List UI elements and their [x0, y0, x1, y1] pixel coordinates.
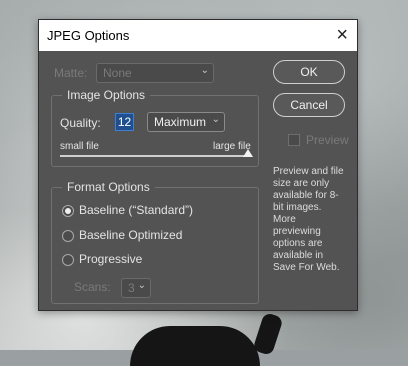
quality-label: Quality:: [60, 116, 101, 130]
format-options-title: Format Options: [62, 180, 155, 194]
format-option-label: Baseline Optimized: [79, 228, 183, 242]
image-options-title: Image Options: [62, 88, 151, 102]
title-bar: JPEG Options ×: [39, 20, 357, 51]
chevron-down-icon: ⌄: [211, 114, 220, 125]
quality-slider-handle[interactable]: [243, 149, 253, 157]
quality-preset-select[interactable]: Maximum ⌄: [147, 112, 225, 132]
preview-help-text: Preview and file size are only available…: [273, 166, 344, 273]
format-option-label: Baseline (“Standard”): [79, 203, 194, 217]
matte-value: None: [103, 66, 132, 80]
ok-button[interactable]: OK: [273, 60, 345, 84]
format-option-label: Progressive: [79, 252, 143, 266]
quality-slider-fill: [60, 155, 248, 157]
scans-select[interactable]: 3 ⌄: [121, 278, 151, 298]
cancel-button[interactable]: Cancel: [273, 93, 345, 117]
jpeg-options-dialog: JPEG Options × Matte: None ⌄ Image Optio…: [38, 19, 358, 311]
radio-progressive[interactable]: [62, 254, 74, 266]
scans-value: 3: [128, 281, 135, 295]
preview-checkbox[interactable]: [288, 134, 300, 146]
matte-label: Matte:: [54, 66, 88, 80]
quality-preset-value: Maximum: [154, 115, 207, 129]
close-icon[interactable]: ×: [336, 23, 348, 47]
dialog-title: JPEG Options: [47, 28, 130, 43]
scans-label: Scans:: [74, 280, 111, 294]
quality-input[interactable]: 12: [115, 113, 134, 131]
radio-baseline-standard[interactable]: [62, 205, 74, 217]
matte-select[interactable]: None ⌄: [96, 63, 214, 83]
background-figure: [130, 326, 260, 366]
chevron-down-icon: ⌄: [137, 280, 146, 291]
radio-baseline-optimized[interactable]: [62, 230, 74, 242]
preview-label: Preview: [306, 133, 349, 147]
chevron-down-icon: ⌄: [200, 65, 209, 76]
slider-min-label: small file: [60, 141, 99, 152]
format-options-group: Format Options Baseline (“Standard”) Bas…: [51, 180, 259, 304]
image-options-group: Image Options Quality: 12 Maximum ⌄ smal…: [51, 88, 259, 167]
